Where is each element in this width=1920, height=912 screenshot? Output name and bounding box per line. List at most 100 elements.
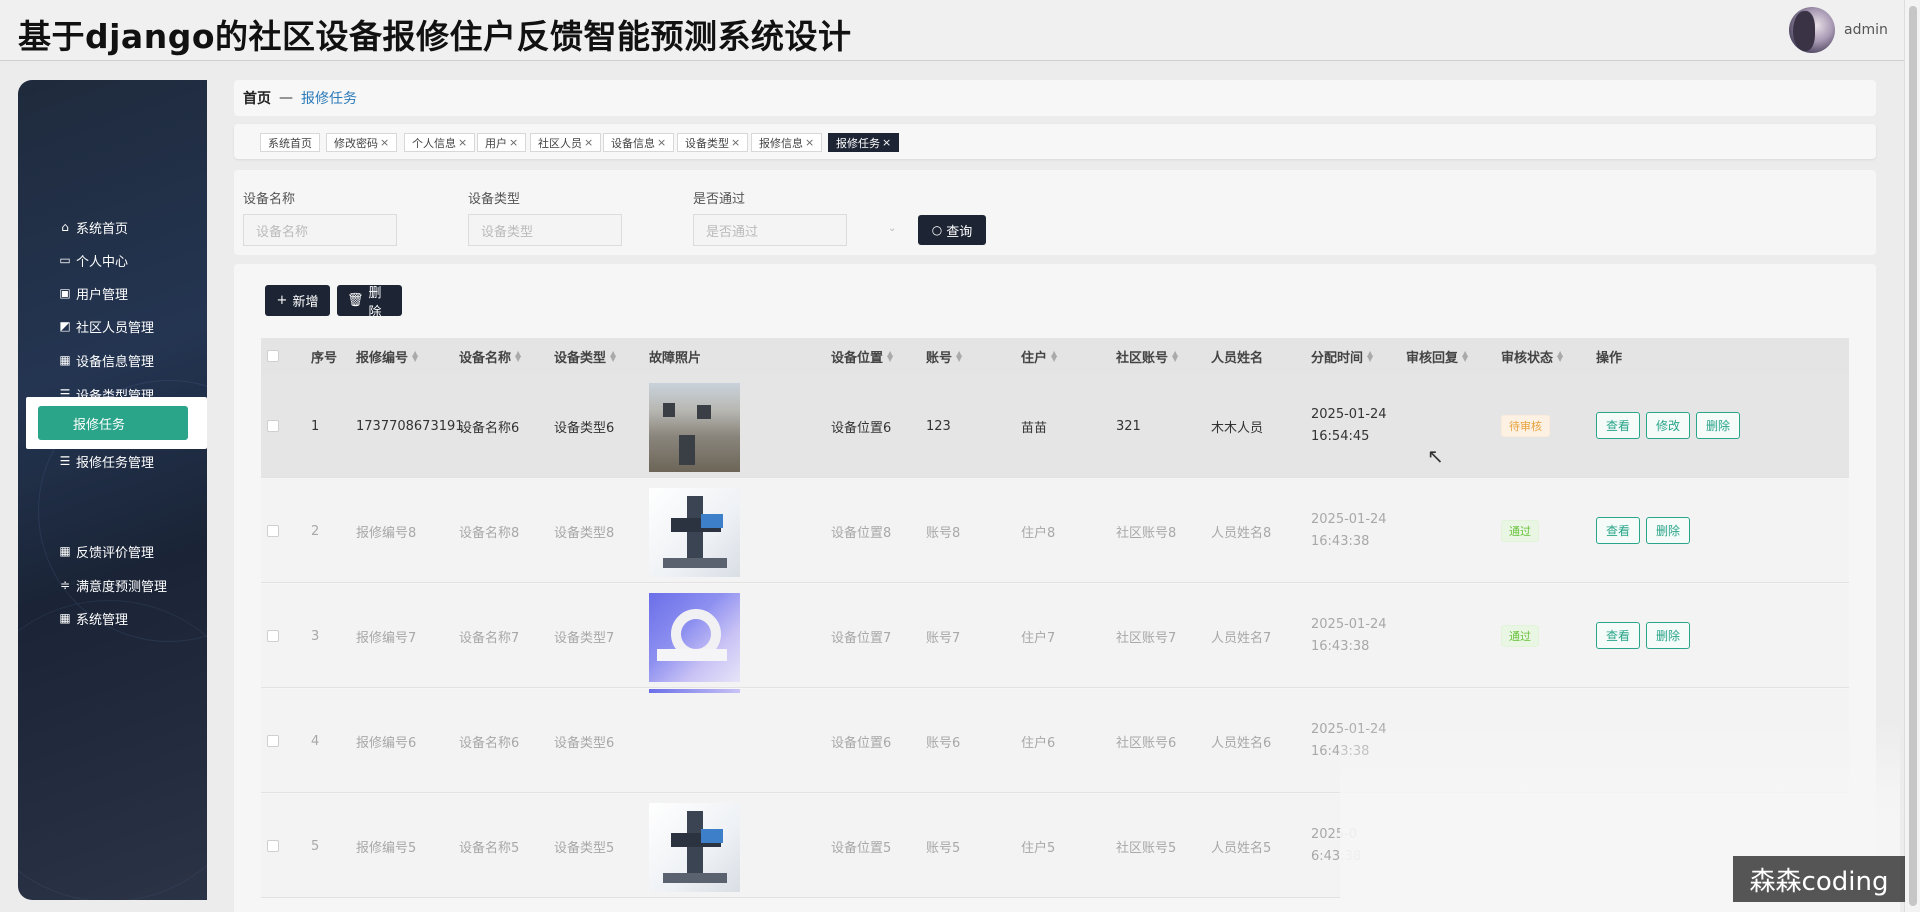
mouse-cursor-icon: ↖ bbox=[1427, 444, 1444, 468]
tab-2[interactable]: 个人信息 × bbox=[404, 133, 476, 152]
column-header-11[interactable]: 审核回复 ▲ ▼ bbox=[1406, 338, 1468, 374]
tab-7[interactable]: 报修信息 × bbox=[751, 133, 823, 152]
sort-icon[interactable]: ▲ ▼ bbox=[610, 350, 616, 363]
row-checkbox[interactable] bbox=[267, 479, 279, 583]
view-button[interactable]: 查看 bbox=[1596, 622, 1641, 649]
close-icon[interactable]: × bbox=[657, 136, 666, 149]
row-checkbox[interactable] bbox=[267, 584, 279, 688]
column-header-13: 操作 bbox=[1596, 338, 1622, 374]
column-header-3[interactable]: 设备类型 ▲ ▼ bbox=[554, 338, 616, 374]
device-name-input[interactable]: 设备名称 bbox=[243, 214, 397, 246]
row-checkbox[interactable] bbox=[267, 374, 279, 478]
device-type-input[interactable]: 设备类型 bbox=[468, 214, 622, 246]
column-header-5[interactable]: 设备位置 ▲ ▼ bbox=[831, 338, 893, 374]
delete-button[interactable]: 删除 bbox=[1696, 412, 1741, 439]
tab-label: 个人信息 bbox=[412, 136, 456, 150]
sidebar-item-1[interactable]: ▭ 个人中心 bbox=[58, 249, 128, 271]
sort-icon[interactable]: ▲ ▼ bbox=[1367, 350, 1373, 363]
page-scrollbar[interactable] bbox=[1904, 0, 1920, 912]
submenu-item-repair-task[interactable]: 报修任务 bbox=[38, 406, 188, 440]
bulk-delete-button[interactable]: 🗑 删除 bbox=[337, 285, 402, 320]
view-button[interactable]: 查看 bbox=[1596, 517, 1641, 544]
close-icon[interactable]: × bbox=[458, 136, 467, 149]
tab-0[interactable]: 系统首页 bbox=[260, 133, 320, 152]
sort-icon[interactable]: ▲ ▼ bbox=[515, 350, 521, 363]
sidebar-item-label: 系统管理 bbox=[76, 612, 129, 628]
sort-icon[interactable]: ▲ ▼ bbox=[1462, 350, 1468, 363]
table-row[interactable]: 1 1737708673191 设备名称6 设备类型6 设备位置6 123 苗苗 321 木木人… bbox=[261, 374, 1849, 478]
cell-code: 报修编号6 bbox=[356, 735, 417, 751]
table-row[interactable]: 3 报修编号7 设备名称7 设备类型7 设备位置7 账号7 住户7 社区账号7 人员姓名7 202… bbox=[261, 584, 1849, 688]
add-button[interactable]: + 新增 bbox=[265, 285, 330, 316]
column-header-12[interactable]: 审核状态 ▲ ▼ bbox=[1501, 338, 1563, 374]
username[interactable]: admin bbox=[1844, 22, 1888, 38]
add-label: 新增 bbox=[292, 295, 319, 310]
cell-location: 设备位置8 bbox=[831, 525, 892, 541]
column-header-4: 故障照片 bbox=[649, 338, 701, 374]
close-icon[interactable]: × bbox=[731, 136, 740, 149]
query-button[interactable]: ○ 查询 bbox=[918, 215, 986, 245]
delete-button[interactable]: 删除 bbox=[1646, 622, 1691, 649]
tab-5[interactable]: 设备信息 × bbox=[603, 133, 675, 152]
tab-8[interactable]: 报修任务 × bbox=[828, 133, 900, 152]
row-checkbox[interactable] bbox=[267, 794, 279, 898]
column-header-2[interactable]: 设备名称 ▲ ▼ bbox=[459, 338, 521, 374]
microscope-photo[interactable] bbox=[649, 488, 740, 577]
column-header-0: 序号 bbox=[311, 338, 337, 374]
column-header-7[interactable]: 住户 ▲ ▼ bbox=[1021, 338, 1057, 374]
column-header-label: 住户 bbox=[1021, 350, 1048, 366]
sidebar-item-8[interactable]: ▦ 反馈评价管理 bbox=[58, 540, 154, 562]
sidebar-item-0[interactable]: ⌂ 系统首页 bbox=[58, 216, 128, 238]
cell-type: 设备类型8 bbox=[554, 525, 615, 541]
column-header-8[interactable]: 社区账号 ▲ ▼ bbox=[1116, 338, 1178, 374]
sidebar-item-7[interactable]: ☰ 报修任务管理 bbox=[58, 450, 154, 472]
sidebar-item-10[interactable]: ▦ 系统管理 bbox=[58, 607, 128, 629]
sort-icon[interactable]: ▲ ▼ bbox=[956, 350, 962, 363]
tab-1[interactable]: 修改密码 × bbox=[326, 133, 398, 152]
cell-resident: 住户8 bbox=[1021, 525, 1056, 541]
close-icon[interactable]: × bbox=[805, 136, 814, 149]
tab-label: 报修信息 bbox=[759, 136, 803, 150]
sidebar-item-3[interactable]: ◩ 社区人员管理 bbox=[58, 315, 154, 337]
cell-resident: 苗苗 bbox=[1021, 420, 1048, 436]
column-header-1[interactable]: 报修编号 ▲ ▼ bbox=[356, 338, 418, 374]
tab-label: 系统首页 bbox=[268, 136, 312, 150]
view-button[interactable]: 查看 bbox=[1596, 412, 1641, 439]
sort-icon[interactable]: ▲ ▼ bbox=[1557, 350, 1563, 363]
house-photo[interactable] bbox=[649, 383, 740, 472]
sort-icon[interactable]: ▲ ▼ bbox=[1172, 350, 1178, 363]
cell-staff: 人员姓名8 bbox=[1211, 525, 1272, 541]
tab-label: 报修任务 bbox=[836, 136, 880, 150]
cell-name: 设备名称8 bbox=[459, 525, 520, 541]
sort-icon[interactable]: ▲ ▼ bbox=[887, 350, 893, 363]
tab-4[interactable]: 社区人员 × bbox=[530, 133, 602, 152]
select-all-checkbox[interactable] bbox=[267, 338, 279, 374]
close-icon[interactable]: × bbox=[882, 136, 891, 149]
sidebar-item-4[interactable]: ▦ 设备信息管理 bbox=[58, 349, 154, 371]
edit-button[interactable]: 修改 bbox=[1646, 412, 1691, 439]
sidebar-item-2[interactable]: ▣ 用户管理 bbox=[58, 282, 128, 304]
column-header-label: 人员姓名 bbox=[1211, 350, 1264, 366]
row-checkbox[interactable] bbox=[267, 689, 279, 793]
sort-icon[interactable]: ▲ ▼ bbox=[1051, 350, 1057, 363]
mri-photo[interactable] bbox=[649, 593, 740, 682]
tab-3[interactable]: 用户 × bbox=[477, 133, 527, 152]
microscope-photo[interactable] bbox=[649, 803, 740, 892]
breadcrumb-home[interactable]: 首页 bbox=[243, 88, 271, 108]
tab-label: 设备信息 bbox=[611, 136, 655, 150]
photo-edge bbox=[649, 689, 740, 693]
sidebar-item-9[interactable]: ≑ 满意度预测管理 bbox=[58, 574, 167, 596]
close-icon[interactable]: × bbox=[509, 136, 518, 149]
delete-button[interactable]: 删除 bbox=[1646, 517, 1691, 544]
approved-select[interactable]: 是否通过 bbox=[693, 214, 847, 246]
close-icon[interactable]: × bbox=[380, 136, 389, 149]
column-header-label: 设备类型 bbox=[554, 350, 607, 366]
column-header-6[interactable]: 账号 ▲ ▼ bbox=[926, 338, 962, 374]
scroll-thumb[interactable] bbox=[1909, 6, 1917, 906]
avatar[interactable] bbox=[1789, 7, 1835, 53]
sort-icon[interactable]: ▲ ▼ bbox=[412, 350, 418, 363]
tab-6[interactable]: 设备类型 × bbox=[677, 133, 749, 152]
column-header-10[interactable]: 分配时间 ▲ ▼ bbox=[1311, 338, 1373, 374]
close-icon[interactable]: × bbox=[584, 136, 593, 149]
table-row[interactable]: 2 报修编号8 设备名称8 设备类型8 设备位置8 账号8 住户8 社区账号8 人员姓名8 202… bbox=[261, 479, 1849, 583]
